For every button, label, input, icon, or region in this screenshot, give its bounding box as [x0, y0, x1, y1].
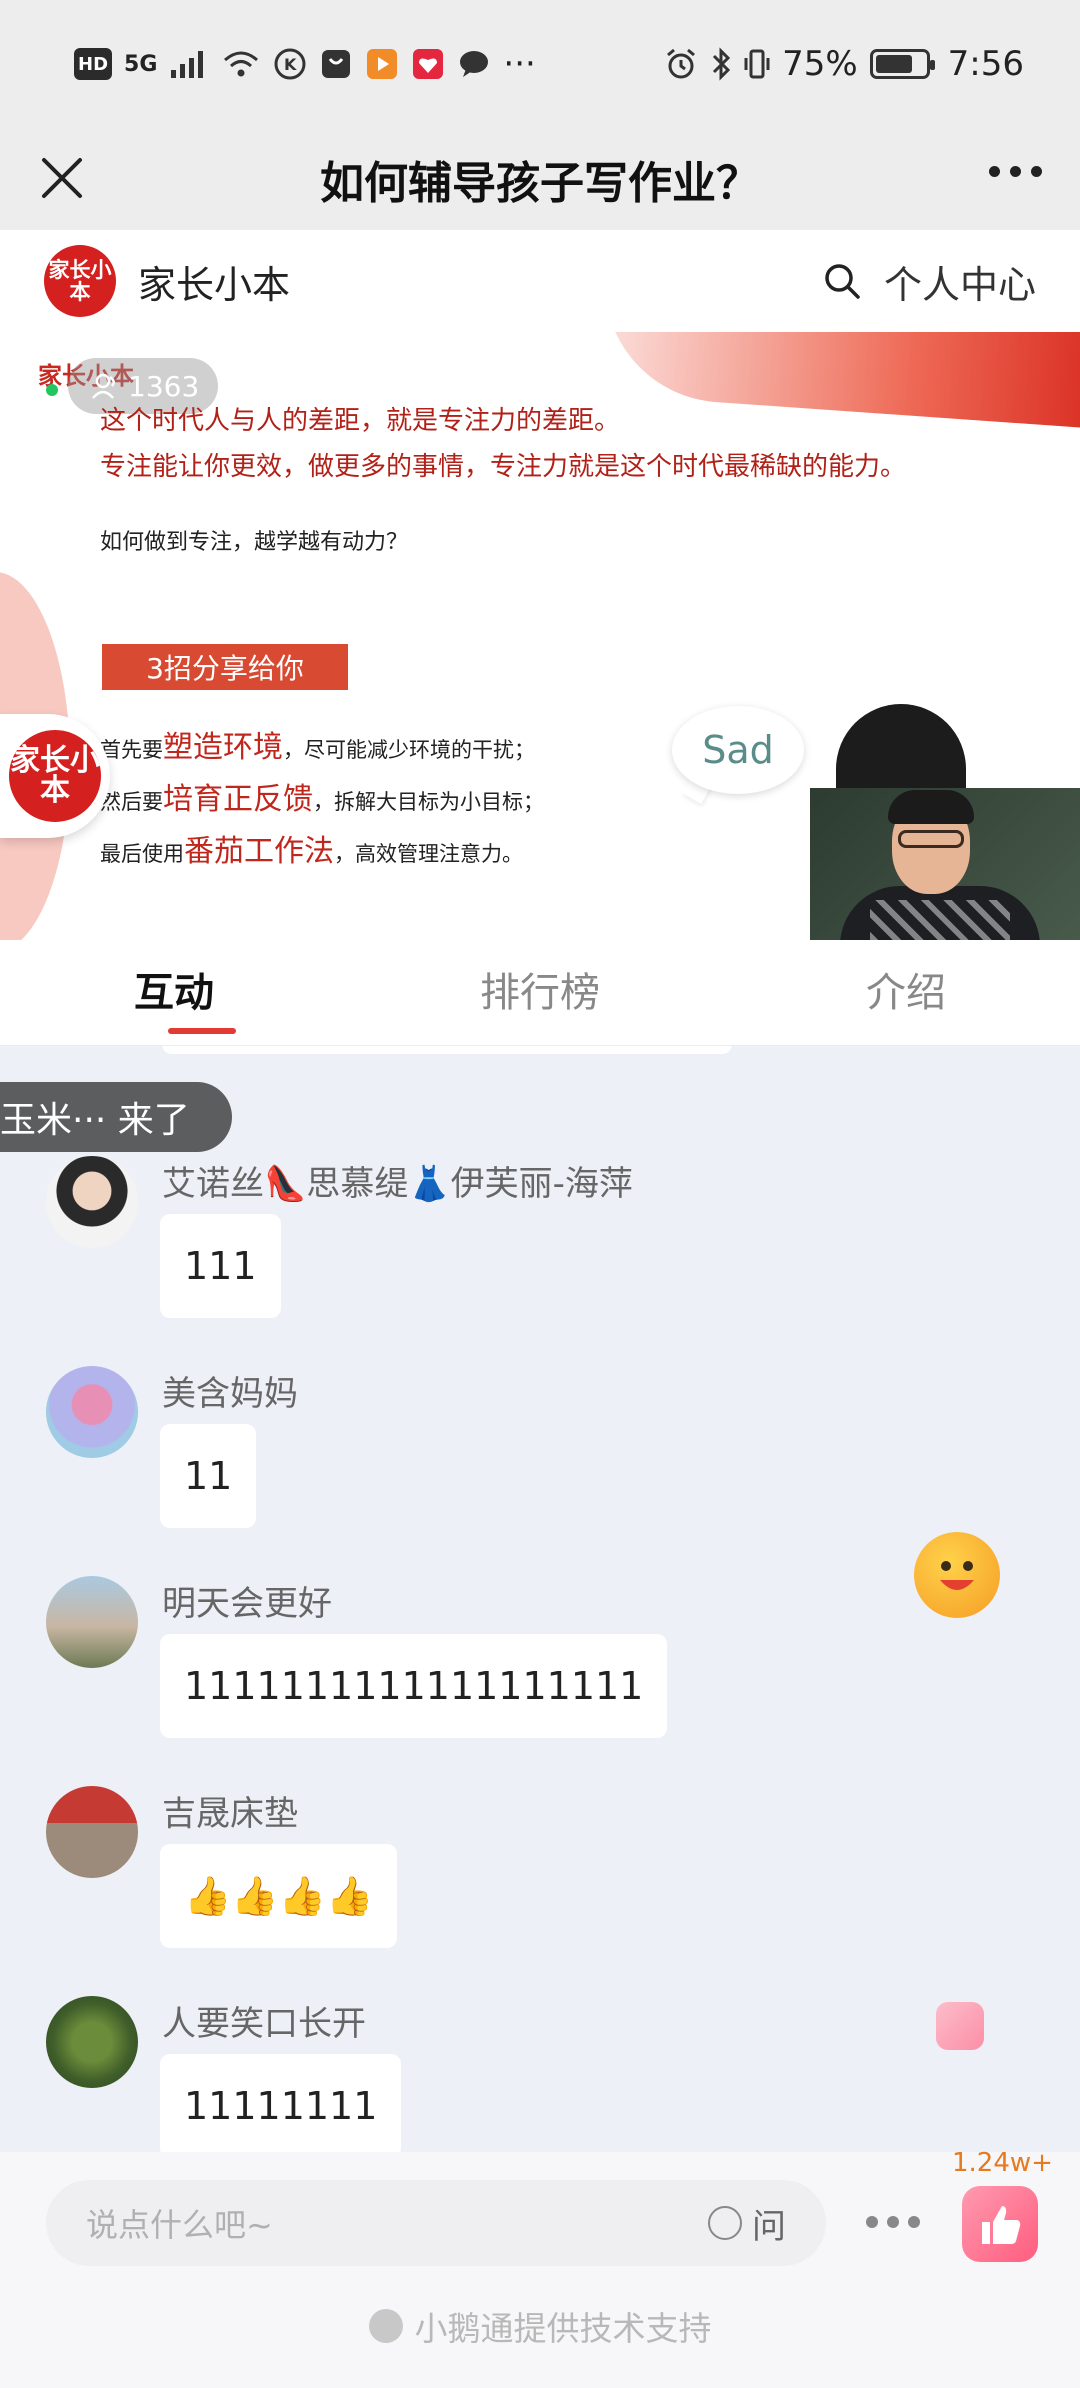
clock: 7:56	[947, 44, 1024, 84]
avatar[interactable]	[46, 1786, 138, 1878]
vibrate-icon	[744, 49, 770, 79]
more-actions-icon[interactable]	[866, 2216, 920, 2228]
floating-smile-icon	[914, 1532, 1000, 1618]
signal-label: 5G	[124, 51, 158, 77]
like-button[interactable]	[962, 2186, 1038, 2262]
message-bubble: 1111111111111111111	[160, 1634, 668, 1738]
status-left: HD 5G K ···	[74, 44, 536, 84]
chat-app-icon	[460, 51, 489, 77]
page-title: 如何辅导孩子写作业？	[320, 158, 760, 209]
search-icon[interactable]	[822, 261, 862, 301]
personal-center-link[interactable]: 个人中心	[884, 254, 1036, 309]
message-bubble: 👍👍👍👍	[160, 1844, 398, 1948]
slide-point-3: 最后使用番茄工作法，高效管理注意力。	[100, 834, 523, 869]
status-right: 75% 7:56	[664, 44, 1024, 84]
message-bubble: 11	[160, 1424, 257, 1528]
slide-text-2: 专注能让你更效，做更多的事情，专注力就是这个时代最稀缺的能力。	[100, 452, 907, 482]
status-bar: HD 5G K ··· 75% 7:56	[0, 0, 1080, 128]
channel-logo[interactable]: 家长小本	[44, 245, 116, 317]
slide-point-2: 然后要培育正反馈，拆解大目标为小目标；	[100, 782, 544, 817]
message-bubble: 111	[160, 1214, 281, 1318]
tab-interaction[interactable]: 互动	[0, 940, 405, 1046]
tab-bar: 互动 排行榜 介绍	[0, 940, 1080, 1046]
floating-like-icon	[936, 2002, 984, 2050]
gift-app-icon	[413, 49, 444, 79]
slide-point-1: 首先要塑造环境，尽可能减少环境的干扰；	[100, 730, 535, 765]
bag-app-icon	[322, 50, 351, 78]
slide-question: 如何做到专注，越学越有动力？	[100, 530, 409, 555]
tab-intro[interactable]: 介绍	[675, 940, 1080, 1046]
thumbs-up-icon	[982, 2206, 1021, 2244]
hd-badge: HD	[74, 48, 113, 80]
message-nickname: 明天会更好	[162, 1584, 332, 1624]
channel-actions: 个人中心	[822, 254, 1036, 309]
avatar[interactable]	[46, 1996, 138, 2088]
ask-checkbox-icon	[708, 2206, 742, 2240]
slide-highlight-box: 3招分享给你	[102, 644, 348, 690]
live-video[interactable]: 家长小本 1363 这个时代人与人的差距，就是专注力的差距。 专注能让你更效，做…	[0, 332, 1080, 940]
avatar[interactable]	[46, 1156, 138, 1248]
powered-by: 小鹅通提供技术支持	[0, 2302, 1080, 2350]
avatar[interactable]	[46, 1576, 138, 1668]
floating-logo: 家长小本	[6, 727, 104, 825]
comment-placeholder: 说点什么吧~	[86, 2206, 273, 2244]
live-indicator	[46, 384, 58, 396]
ask-label: 问	[752, 2206, 786, 2247]
signal-icon	[171, 51, 204, 78]
message-nickname: 艾诺丝👠思慕缇👗伊芙丽-海萍	[162, 1164, 633, 1204]
xiaoe-logo-icon	[368, 2309, 403, 2343]
close-icon[interactable]	[34, 150, 90, 206]
bluetooth-icon	[713, 47, 731, 81]
message-nickname: 人要笑口长开	[162, 2004, 366, 2044]
like-count: 1.24w+	[952, 2148, 1053, 2178]
channel-header: 家长小本 家长小本 个人中心	[0, 230, 1080, 332]
avatar[interactable]	[46, 1366, 138, 1458]
teacher-camera[interactable]	[810, 788, 1080, 940]
k-app-icon: K	[274, 48, 306, 80]
comment-input[interactable]: 说点什么吧~ 问	[46, 2180, 826, 2266]
message-nickname: 吉晟床垫	[162, 1794, 298, 1834]
svg-text:K: K	[284, 55, 297, 74]
powered-by-text: 小鹅通提供技术支持	[414, 2309, 712, 2348]
status-overflow: ···	[503, 44, 536, 84]
slide-text-1: 这个时代人与人的差距，就是专注力的差距。	[100, 406, 621, 436]
chat-list[interactable]: 玉米··· 来了 艾诺丝👠思慕缇👗伊芙丽-海萍 111 美含妈妈 11 明天会更…	[0, 1046, 1080, 2152]
message-nickname: 美含妈妈	[162, 1374, 298, 1414]
channel-name[interactable]: 家长小本	[138, 254, 290, 309]
alarm-icon	[667, 48, 696, 79]
wifi-icon	[224, 51, 259, 77]
previous-message-edge	[162, 1046, 732, 1054]
viewers-icon	[92, 373, 115, 399]
slide-decoration	[596, 332, 1080, 430]
video-app-icon	[367, 49, 398, 79]
battery-percent: 75%	[782, 44, 858, 84]
sad-speech-bubble: Sad	[672, 706, 804, 794]
viewer-count: 1363	[128, 369, 200, 403]
battery-icon	[869, 49, 935, 79]
ask-question-toggle[interactable]: 问	[708, 2199, 786, 2248]
tab-ranking[interactable]: 排行榜	[405, 940, 676, 1046]
bottom-bar: 说点什么吧~ 问 1.24w+ 小鹅通提供技术支持	[0, 2148, 1080, 2388]
join-notification: 玉米··· 来了	[0, 1082, 232, 1152]
more-menu-icon[interactable]	[989, 166, 1042, 177]
title-bar: 如何辅导孩子写作业？	[0, 128, 1080, 230]
message-bubble: 11111111	[160, 2054, 402, 2152]
